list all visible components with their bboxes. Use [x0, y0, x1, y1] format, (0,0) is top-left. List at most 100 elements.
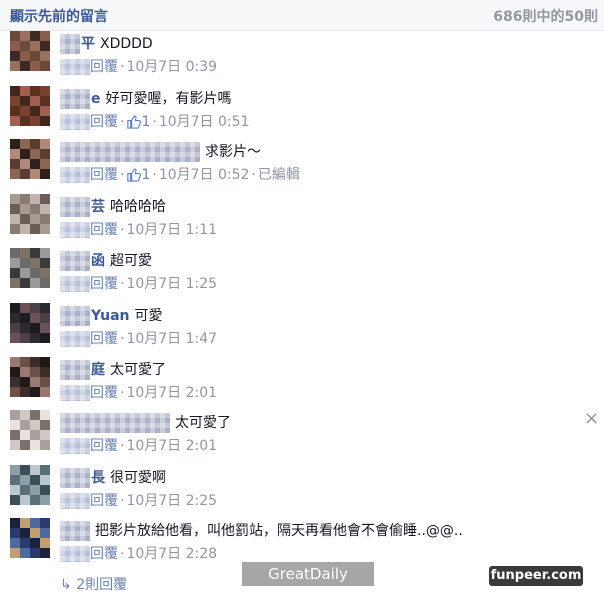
- reply-link[interactable]: 回覆: [90, 59, 118, 75]
- comment-timestamp[interactable]: 10月7日 0:51: [159, 114, 250, 130]
- commenter-name[interactable]: 平: [81, 36, 95, 52]
- reply-redacted: [60, 385, 90, 401]
- commenter-name-redacted[interactable]: [60, 413, 170, 433]
- watermark-funpeer: funpeer.com: [489, 566, 583, 586]
- separator: ·: [251, 167, 256, 183]
- comment-text: 太可愛了: [175, 415, 231, 431]
- commenter-name[interactable]: 芸: [91, 199, 105, 215]
- separator: ·: [120, 222, 125, 238]
- separator: ·: [120, 385, 125, 401]
- avatar[interactable]: [10, 31, 50, 71]
- reply-redacted: [60, 331, 90, 347]
- commenter-name-redacted[interactable]: [60, 360, 90, 380]
- commenter-name[interactable]: Yuan: [91, 308, 130, 324]
- separator: ·: [120, 546, 125, 562]
- comment-text: 太可愛了: [110, 362, 166, 378]
- show-previous-comments-link[interactable]: 顯示先前的留言: [10, 6, 108, 26]
- reply-redacted: [60, 276, 90, 292]
- commenter-name-redacted[interactable]: [60, 521, 90, 541]
- comment-timestamp[interactable]: 10月7日 1:25: [126, 276, 217, 292]
- avatar[interactable]: [10, 194, 50, 234]
- commenter-name-redacted[interactable]: [60, 306, 90, 326]
- comment-item: Yuan 可愛 回覆 · 10月7日 1:47: [0, 303, 604, 357]
- comment-timestamp[interactable]: 10月7日 2:01: [126, 385, 217, 401]
- reply-link[interactable]: 回覆: [90, 331, 118, 347]
- commenter-name[interactable]: 函: [91, 253, 105, 269]
- reply-link[interactable]: 回覆: [90, 276, 118, 292]
- reply-link[interactable]: 回覆: [90, 493, 118, 509]
- separator: ·: [152, 114, 157, 130]
- separator: ·: [120, 59, 125, 75]
- comment-text: XDDDD: [100, 36, 153, 52]
- reply-link[interactable]: 回覆: [90, 167, 118, 183]
- thumbs-up-icon[interactable]: [126, 114, 142, 129]
- commenter-name-redacted[interactable]: [60, 34, 80, 54]
- avatar[interactable]: [10, 86, 50, 126]
- avatar[interactable]: [10, 465, 50, 505]
- thumbs-up-icon[interactable]: [126, 167, 142, 182]
- like-count[interactable]: 1: [141, 167, 150, 183]
- reply-link[interactable]: 回覆: [90, 438, 118, 454]
- reply-link[interactable]: 回覆: [90, 222, 118, 238]
- avatar[interactable]: [10, 410, 50, 450]
- separator: ·: [120, 114, 125, 130]
- view-replies-link[interactable]: ↳ 2則回覆: [60, 574, 127, 594]
- comments-header: 顯示先前的留言 686則中的50則: [0, 0, 604, 31]
- avatar[interactable]: [10, 357, 50, 397]
- comment-timestamp[interactable]: 10月7日 0:39: [126, 59, 217, 75]
- comment-item: 芸哈哈哈哈回覆 · 10月7日 1:11: [0, 194, 604, 248]
- comment-item: e 好可愛喔，有影片嗎 回覆 · 1 · 10月7日 0:51: [0, 86, 604, 140]
- reply-link[interactable]: 回覆: [90, 385, 118, 401]
- comment-timestamp[interactable]: 10月7日 2:01: [126, 438, 217, 454]
- avatar[interactable]: [10, 139, 50, 179]
- reply-arrow-icon: ↳: [60, 577, 77, 593]
- separator: ·: [120, 276, 125, 292]
- comment-timestamp[interactable]: 10月7日 1:47: [126, 331, 217, 347]
- reply-redacted: [60, 114, 90, 130]
- comment-item: 太可愛了回覆 · 10月7日 2:01: [0, 410, 604, 464]
- comment-item: 長很可愛啊回覆 · 10月7日 2:25: [0, 465, 604, 519]
- comment-timestamp[interactable]: 10月7日 1:11: [126, 222, 217, 238]
- edited-label[interactable]: 已編輯: [258, 167, 300, 183]
- commenter-name-redacted[interactable]: [60, 468, 90, 488]
- commenter-name[interactable]: e: [91, 91, 101, 107]
- comment-item: 求影片～ 回覆 · 1 · 10月7日 0:52 · 已編輯: [0, 139, 604, 193]
- separator: ·: [152, 167, 157, 183]
- comment-text: 哈哈哈哈: [110, 199, 166, 215]
- reply-redacted: [60, 438, 90, 454]
- avatar[interactable]: [10, 303, 50, 343]
- comment-text: 很可愛啊: [110, 470, 166, 486]
- separator: ·: [120, 438, 125, 454]
- comment-item: 函超可愛 回覆 · 10月7日 1:25: [0, 248, 604, 302]
- reply-redacted: [60, 493, 90, 509]
- comment-item: 庭太可愛了回覆 · 10月7日 2:01: [0, 357, 604, 411]
- comment-timestamp[interactable]: 10月7日 2:28: [126, 546, 217, 562]
- comment-text: 好可愛喔，有影片嗎: [105, 91, 232, 107]
- reply-redacted: [60, 546, 90, 562]
- commenter-name[interactable]: 長: [91, 470, 105, 486]
- reply-link[interactable]: 回覆: [90, 114, 118, 130]
- comment-text: 把影片放給他看，叫他罰站，隔天再看他會不會偷睡..@@..: [95, 523, 463, 539]
- commenter-name-redacted[interactable]: [60, 89, 90, 109]
- reply-redacted: [60, 59, 90, 75]
- comment-timestamp[interactable]: 10月7日 0:52: [159, 167, 250, 183]
- like-count[interactable]: 1: [141, 114, 150, 130]
- commenter-name-redacted[interactable]: [60, 142, 200, 162]
- avatar[interactable]: [10, 518, 50, 558]
- comment-text: 求影片～: [205, 144, 261, 160]
- comment-text: 可愛: [134, 308, 163, 324]
- reply-link[interactable]: 回覆: [90, 546, 118, 562]
- commenter-name[interactable]: 庭: [91, 362, 105, 378]
- close-icon[interactable]: ×: [584, 410, 599, 428]
- avatar[interactable]: [10, 248, 50, 288]
- comment-timestamp[interactable]: 10月7日 2:25: [126, 493, 217, 509]
- reply-redacted: [60, 167, 90, 183]
- comment-item: 平 XDDDD 回覆 · 10月7日 0:39: [0, 31, 604, 85]
- comment-count: 686則中的50則: [493, 9, 598, 25]
- separator: ·: [120, 493, 125, 509]
- separator: ·: [120, 331, 125, 347]
- commenter-name-redacted[interactable]: [60, 197, 90, 217]
- separator: ·: [120, 167, 125, 183]
- commenter-name-redacted[interactable]: [60, 251, 90, 271]
- watermark-greatdaily: GreatDaily: [242, 562, 374, 586]
